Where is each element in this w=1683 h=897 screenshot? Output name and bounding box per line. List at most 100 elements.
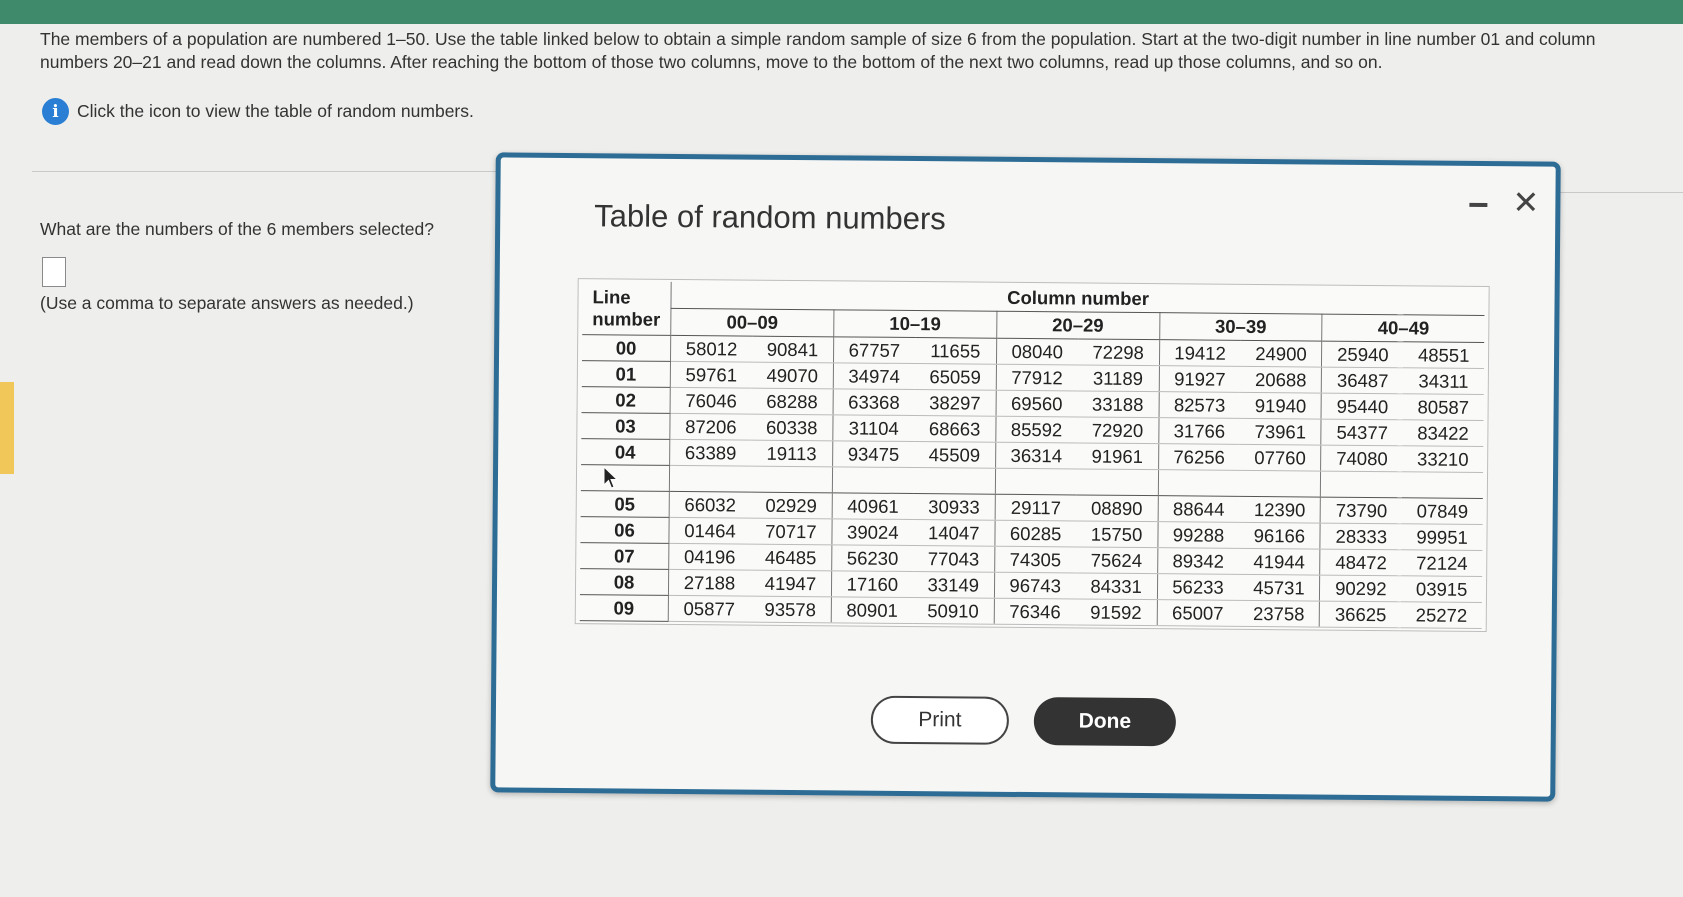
random-number-cell: 76346 xyxy=(993,598,1076,625)
spacer-cell xyxy=(1320,471,1403,498)
line-number-cell: 09 xyxy=(579,594,669,622)
random-number-cell: 82573 xyxy=(1158,391,1241,419)
random-number-cell: 15750 xyxy=(1076,520,1158,548)
line-number-cell: 03 xyxy=(581,412,671,440)
column-group-header: 30–39 xyxy=(1159,312,1323,342)
answer-input[interactable] xyxy=(42,257,66,287)
spacer-cell xyxy=(669,465,752,493)
random-number-cell: 48551 xyxy=(1403,341,1485,369)
random-number-cell: 31766 xyxy=(1158,417,1240,445)
random-number-cell: 31104 xyxy=(832,414,915,442)
divider xyxy=(1558,192,1683,193)
random-numbers-dialog: Table of random numbers ✕ Line number Co… xyxy=(490,152,1561,802)
random-number-cell: 67757 xyxy=(833,336,915,364)
random-number-cell: 96743 xyxy=(994,572,1076,599)
spacer-cell xyxy=(1157,469,1240,497)
divider xyxy=(32,171,502,172)
random-number-cell: 93475 xyxy=(832,440,915,468)
random-number-cell: 31189 xyxy=(1077,364,1160,392)
random-number-cell: 93578 xyxy=(749,596,832,623)
random-number-cell: 65007 xyxy=(1156,599,1239,627)
random-number-cell: 03915 xyxy=(1401,575,1483,603)
line-number-cell: 02 xyxy=(581,386,671,414)
random-number-cell: 48472 xyxy=(1320,549,1402,576)
info-icon[interactable]: i xyxy=(42,98,69,125)
random-number-cell: 05877 xyxy=(668,595,750,623)
random-number-cell: 27188 xyxy=(668,569,751,597)
random-number-cell: 40961 xyxy=(831,492,914,520)
random-number-cell: 95440 xyxy=(1321,393,1404,420)
random-number-cell: 99288 xyxy=(1157,521,1240,549)
spacer-cell xyxy=(832,466,914,494)
random-number-cell: 07760 xyxy=(1239,444,1322,472)
spacer-cell xyxy=(995,468,1077,495)
random-number-cell: 19113 xyxy=(751,440,833,467)
random-number-cell: 38297 xyxy=(914,389,996,417)
random-number-cell: 69560 xyxy=(995,390,1078,417)
done-button[interactable]: Done xyxy=(1033,697,1177,747)
random-number-cell: 91940 xyxy=(1239,392,1322,420)
random-numbers-table: Line number Column number 00–09 10–19 20… xyxy=(579,281,1485,629)
random-number-cell: 99951 xyxy=(1401,523,1483,551)
random-number-cell: 65059 xyxy=(914,363,997,391)
random-number-cell: 76256 xyxy=(1158,443,1240,471)
random-number-cell: 17160 xyxy=(831,570,913,598)
info-line: i Click the icon to view the table of ra… xyxy=(42,98,474,125)
table-body: 00 58012 90841 67757 11655 08040 72298 19412 249… xyxy=(579,334,1485,629)
random-number-cell: 58012 xyxy=(670,335,753,363)
random-number-cell: 73961 xyxy=(1239,418,1322,446)
random-number-cell: 77912 xyxy=(995,364,1078,391)
question-text: The members of a population are numbered… xyxy=(40,29,1596,72)
column-group-header: 40–49 xyxy=(1322,314,1485,343)
answer-hint: (Use a comma to separate answers as need… xyxy=(40,293,414,313)
random-number-cell: 70717 xyxy=(750,518,832,545)
random-number-cell: 08040 xyxy=(996,338,1078,365)
minimize-button[interactable] xyxy=(1468,202,1488,208)
random-number-cell: 68663 xyxy=(914,415,996,443)
info-link-text: Click the icon to view the table of rand… xyxy=(77,101,474,121)
line-number-cell: 04 xyxy=(581,438,670,466)
random-number-cell: 72298 xyxy=(1077,338,1160,366)
random-number-cell: 41947 xyxy=(749,570,832,597)
line-number-header: Line number xyxy=(582,281,672,336)
random-number-cell: 46485 xyxy=(750,544,832,571)
random-number-cell: 14047 xyxy=(913,519,995,547)
random-number-cell: 30933 xyxy=(913,493,996,521)
random-number-cell: 41944 xyxy=(1238,548,1321,576)
random-number-cell: 56230 xyxy=(831,544,914,572)
spacer-cell xyxy=(580,464,670,492)
spacer-cell xyxy=(750,466,833,493)
column-group-header: 10–19 xyxy=(833,309,997,339)
spacer-cell xyxy=(1239,470,1321,498)
random-number-cell: 77043 xyxy=(912,545,995,573)
random-number-cell: 66032 xyxy=(669,491,751,519)
random-number-cell: 75624 xyxy=(1075,546,1158,574)
random-number-cell: 19412 xyxy=(1159,339,1241,367)
spacer-cell xyxy=(913,467,996,495)
top-bar xyxy=(0,0,1683,24)
random-number-cell: 01464 xyxy=(668,517,751,545)
random-number-cell: 73790 xyxy=(1320,497,1403,524)
random-number-cell: 68288 xyxy=(751,388,834,415)
random-number-cell: 96166 xyxy=(1238,522,1321,550)
random-number-cell: 60338 xyxy=(751,414,833,441)
random-number-cell: 91927 xyxy=(1158,365,1241,393)
print-button[interactable]: Print xyxy=(870,695,1010,745)
side-marker xyxy=(0,382,14,474)
random-number-cell: 28333 xyxy=(1320,523,1402,550)
random-number-cell: 59761 xyxy=(670,361,752,389)
random-number-cell: 91961 xyxy=(1076,442,1159,470)
random-number-cell: 25272 xyxy=(1400,601,1482,629)
random-number-cell: 85592 xyxy=(995,416,1078,443)
random-number-cell: 33188 xyxy=(1077,390,1159,418)
dialog-title: Table of random numbers xyxy=(594,198,946,237)
close-icon[interactable]: ✕ xyxy=(1512,184,1539,220)
random-number-cell: 12390 xyxy=(1239,496,1321,524)
random-number-cell: 74305 xyxy=(994,546,1077,573)
random-number-cell: 45731 xyxy=(1238,574,1321,602)
random-number-cell: 04196 xyxy=(668,543,751,571)
random-number-cell: 24900 xyxy=(1240,340,1323,368)
random-number-cell: 50910 xyxy=(912,597,995,625)
random-number-cell: 90841 xyxy=(751,336,834,363)
random-number-cell: 76046 xyxy=(670,387,752,415)
